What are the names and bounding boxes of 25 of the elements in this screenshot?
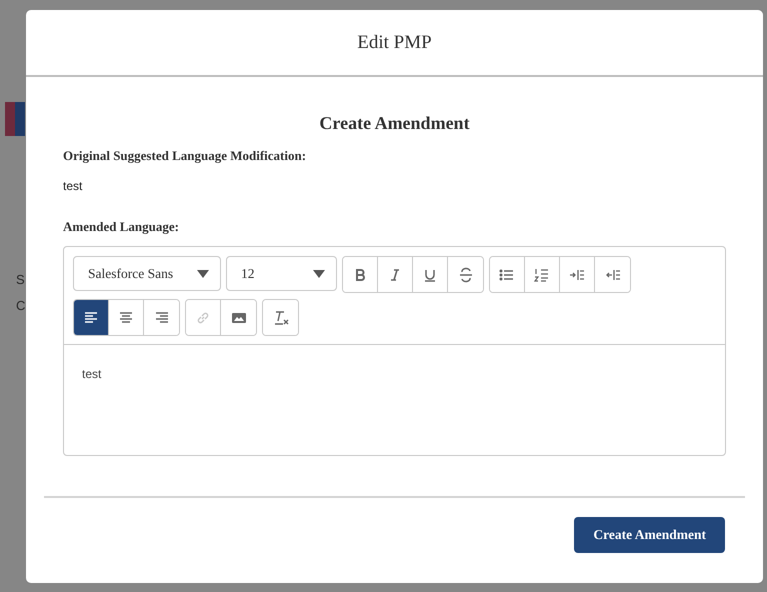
toolbar-button[interactable] [74, 300, 109, 335]
background-text: C [16, 298, 26, 313]
align-center-icon [118, 310, 134, 326]
editor-text: test [82, 367, 102, 381]
font-dropdown[interactable]: Salesforce Sans [73, 256, 221, 291]
bulleted-list-icon [499, 266, 515, 282]
field-label: Original Suggested Language Modification: [63, 148, 308, 164]
create-amendment-button[interactable]: Create Amendment [574, 517, 725, 553]
caret-icon [313, 270, 325, 278]
logo-icon [5, 102, 25, 136]
align-left-icon [83, 310, 99, 326]
caret-icon [197, 270, 209, 278]
background-text: S [16, 272, 25, 287]
modal-title: Edit PMP [357, 32, 432, 54]
numbered-list-icon [534, 266, 550, 282]
strikethrough-icon [458, 266, 474, 282]
field-value: test [63, 179, 84, 193]
clear-format-icon [272, 310, 288, 326]
link-icon [195, 310, 211, 326]
font-size-dropdown[interactable]: 12 [226, 256, 337, 291]
field-label: Amended Language: [63, 219, 180, 235]
toolbar-button[interactable] [490, 257, 525, 292]
toolbar-button[interactable] [343, 257, 378, 292]
section-heading: Create Amendment [318, 113, 471, 134]
align-right-icon [154, 310, 170, 326]
